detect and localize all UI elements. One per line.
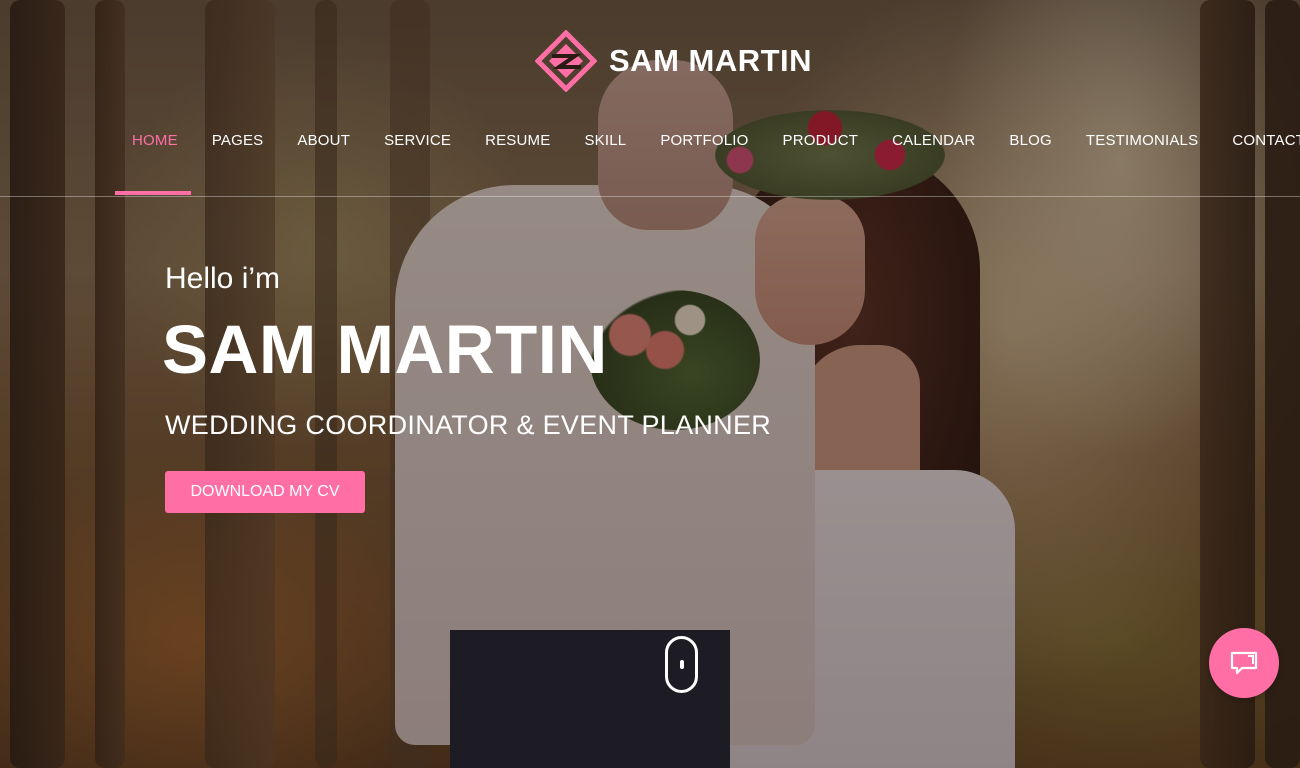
nav-item-home[interactable]: HOME — [115, 132, 195, 149]
nav-item-resume[interactable]: RESUME — [468, 132, 567, 149]
nav-item-pages[interactable]: PAGES — [195, 132, 281, 149]
nav-item-skill[interactable]: SKILL — [567, 132, 643, 149]
nav-item-product[interactable]: PRODUCT — [766, 132, 876, 149]
main-navigation: HOME PAGES ABOUT SERVICE RESUME SKILL PO… — [115, 124, 1300, 156]
scroll-wheel — [680, 660, 684, 669]
diamond-logo-icon — [535, 30, 597, 92]
nav-active-indicator — [115, 191, 191, 195]
hero-name: SAM MARTIN — [162, 311, 608, 388]
chat-bubble-icon — [1230, 651, 1258, 675]
hero-role: WEDDING COORDINATOR & EVENT PLANNER — [165, 410, 772, 440]
nav-item-calendar[interactable]: CALENDAR — [875, 132, 992, 149]
mouse-scroll-icon[interactable] — [665, 636, 698, 693]
nav-item-portfolio[interactable]: PORTFOLIO — [643, 132, 765, 149]
nav-item-about[interactable]: ABOUT — [280, 132, 367, 149]
nav-item-testimonials[interactable]: TESTIMONIALS — [1069, 132, 1215, 149]
nav-item-service[interactable]: SERVICE — [367, 132, 468, 149]
chat-button[interactable] — [1209, 628, 1279, 698]
hero-greeting: Hello i’m — [165, 262, 281, 295]
nav-item-blog[interactable]: BLOG — [992, 132, 1068, 149]
nav-item-contact[interactable]: CONTACT — [1215, 132, 1300, 149]
brand-logo[interactable]: SAM MARTIN — [535, 30, 812, 92]
nav-divider — [0, 196, 1300, 197]
download-cv-button[interactable]: DOWNLOAD MY CV — [165, 471, 365, 513]
brand-name: SAM MARTIN — [609, 43, 813, 78]
